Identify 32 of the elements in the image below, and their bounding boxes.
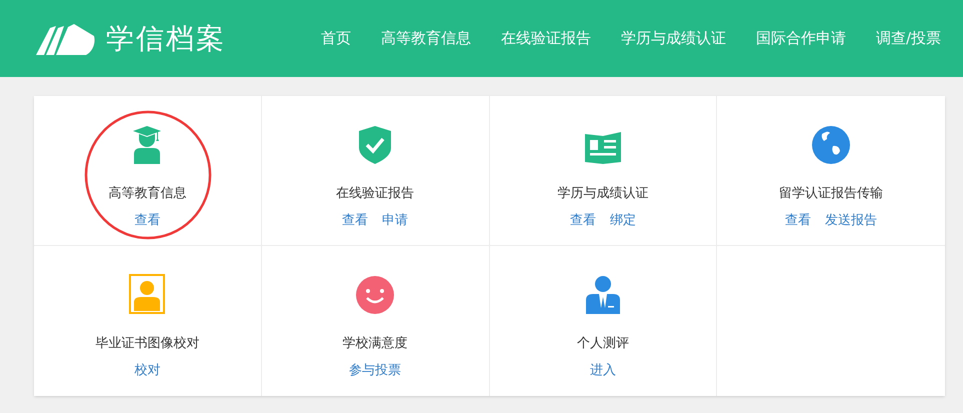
tile-link[interactable]: 申请 <box>382 210 408 230</box>
tile-link[interactable]: 进入 <box>590 360 616 380</box>
tile-link[interactable]: 查看 <box>785 210 812 230</box>
businessman-icon <box>586 276 620 314</box>
globe-icon <box>812 126 850 164</box>
tile-link[interactable]: 参与投票 <box>349 360 402 380</box>
tile-title: 学校满意度 <box>342 335 408 353</box>
nav-link[interactable]: 首页 <box>320 27 351 50</box>
tile-title: 毕业证书图像校对 <box>95 335 200 353</box>
nav-link[interactable]: 在线验证报告 <box>500 27 591 50</box>
tile-link[interactable]: 查看 <box>570 210 596 230</box>
book-icon <box>584 132 621 164</box>
shield-check-icon <box>359 126 392 164</box>
tile-link[interactable]: 查看 <box>134 210 160 230</box>
tile-title: 在线验证报告 <box>336 185 414 203</box>
tile-link[interactable]: 绑定 <box>610 210 636 230</box>
graduate-icon <box>132 126 162 164</box>
tile-title: 留学认证报告传输 <box>779 185 884 203</box>
tile-link[interactable]: 发送报告 <box>825 210 878 230</box>
tile-title: 学历与成绩认证 <box>557 185 648 203</box>
logo-text: 学信档案 <box>106 20 226 56</box>
logo-icon <box>34 22 96 56</box>
smiley-icon <box>356 276 394 314</box>
tile-link[interactable]: 校对 <box>134 360 160 380</box>
tile-link[interactable]: 查看 <box>342 210 368 230</box>
tile-title: 个人测评 <box>576 335 629 353</box>
nav-link[interactable]: 学历与成绩认证 <box>620 27 726 50</box>
nav-link[interactable]: 调查/投票 <box>876 27 941 50</box>
nav-link[interactable]: 国际合作申请 <box>756 27 846 50</box>
tile-title: 高等教育信息 <box>108 184 186 203</box>
portrait-icon <box>129 274 166 314</box>
nav-link[interactable]: 高等教育信息 <box>380 27 471 50</box>
